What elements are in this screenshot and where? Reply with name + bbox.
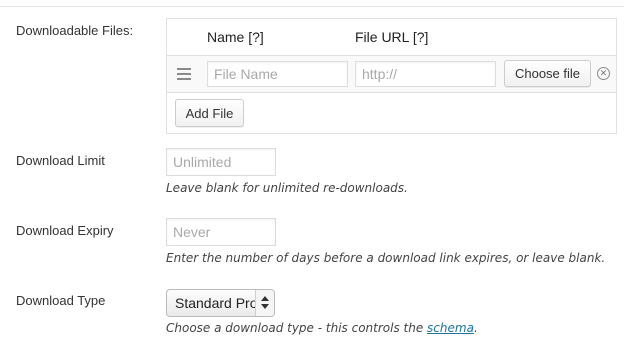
select-updown-icon [255,290,274,316]
add-file-button[interactable]: Add File [175,99,244,127]
file-name-input[interactable] [207,61,348,87]
download-type-label: Download Type [16,293,106,308]
download-type-select[interactable]: Standard Product [166,289,275,317]
download-limit-label: Download Limit [16,153,105,168]
column-header-name[interactable]: Name [?] [207,29,264,45]
file-row: Choose file ✕ [167,55,616,93]
column-header-file-url[interactable]: File URL [?] [355,29,428,45]
downloadable-files-table: Name [?] File URL [?] Choose file ✕ Add … [166,18,617,134]
choose-file-button[interactable]: Choose file [504,60,591,87]
remove-file-icon[interactable]: ✕ [597,67,610,80]
download-expiry-description: Enter the number of days before a downlo… [166,251,606,265]
file-url-input[interactable] [355,61,496,87]
section-divider [0,6,624,7]
download-type-description-end: . [473,321,478,335]
download-limit-description: Leave blank for unlimited re-downloads. [166,181,408,195]
download-expiry-input[interactable] [166,218,276,246]
download-type-selected-value: Standard Product [175,295,255,311]
drag-handle-icon[interactable] [177,68,191,80]
downloadable-files-label: Downloadable Files: [16,23,134,38]
download-type-description-text: Choose a download type - this controls t… [166,321,428,335]
download-expiry-label: Download Expiry [16,223,114,238]
download-limit-input[interactable] [166,148,276,176]
files-table-header: Name [?] File URL [?] [167,19,616,55]
schema-link[interactable]: schema [427,321,474,335]
download-type-description: Choose a download type - this controls t… [166,321,478,335]
